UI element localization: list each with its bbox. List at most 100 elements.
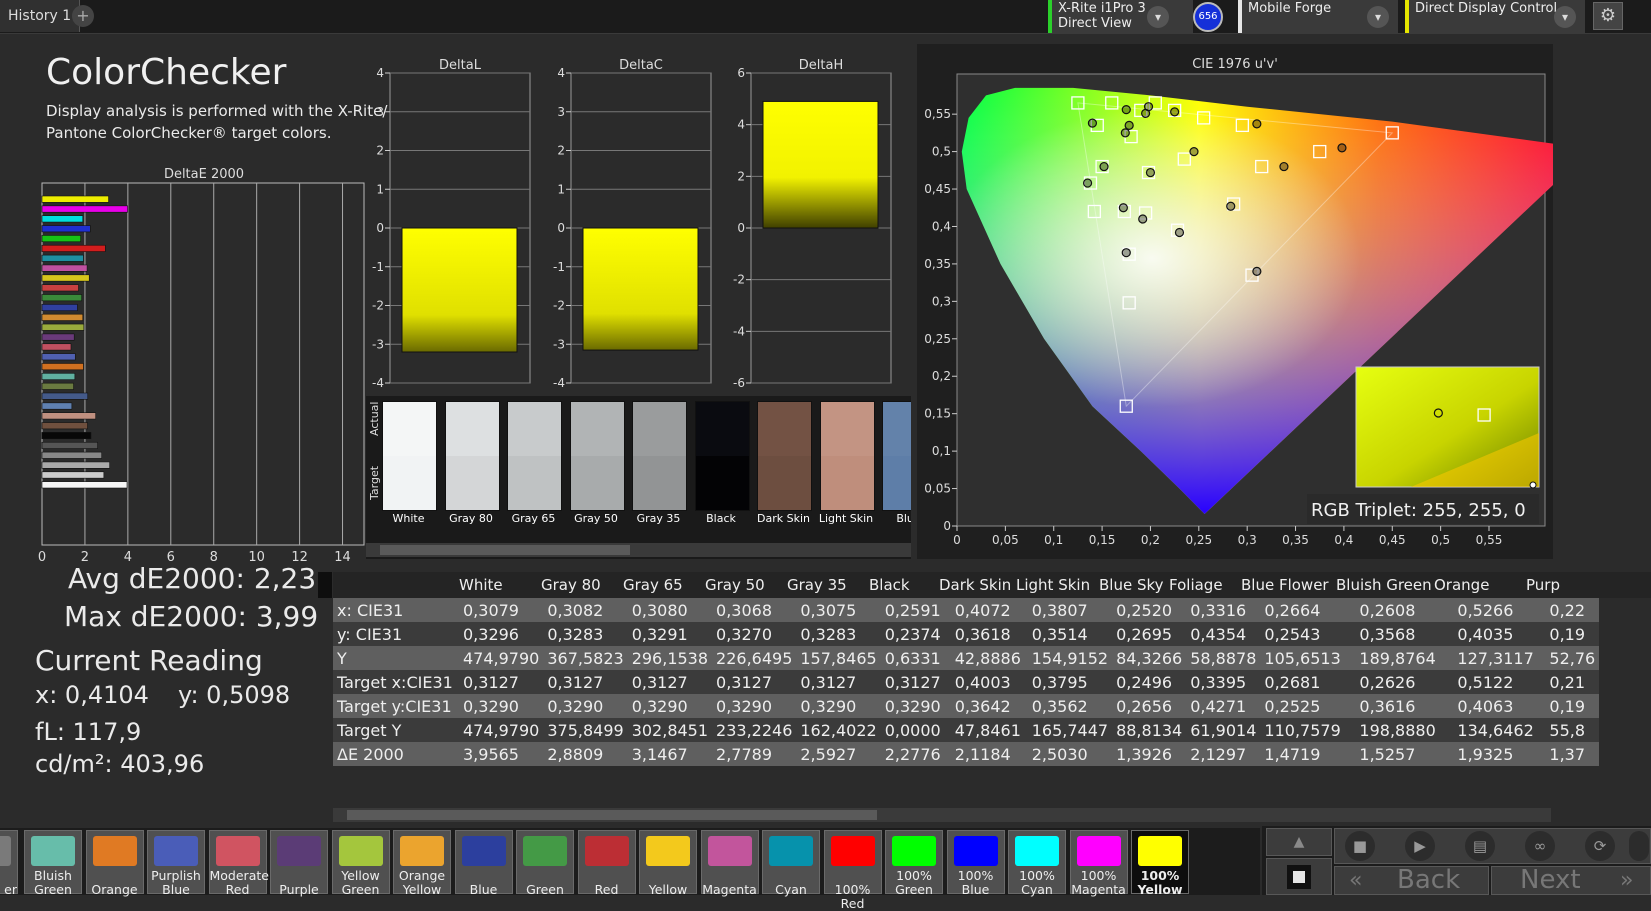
table-cell: 0,2520	[1112, 598, 1187, 622]
settings-round-icon[interactable]	[1629, 831, 1649, 861]
patch-button[interactable]: Orange Yellow	[393, 830, 451, 897]
table-cell: 0,3290	[543, 694, 628, 718]
deltae-bar	[41, 323, 85, 331]
table-cell: 3,1467	[627, 742, 713, 766]
loop-icon[interactable]: ∞	[1525, 831, 1555, 861]
table-cell: 474,9790	[459, 718, 544, 742]
table-cell: 0,3079	[459, 598, 544, 622]
play-icon[interactable]: ▶	[1405, 831, 1435, 861]
patch-color-chip	[707, 836, 752, 866]
patch-target	[633, 456, 686, 510]
device-badge[interactable]: 656	[1193, 2, 1223, 32]
table-cell: 154,9152	[1027, 646, 1113, 670]
cie-measured-marker	[1118, 203, 1128, 213]
delta-tick-label: -2	[372, 299, 384, 313]
table-cell: 47,8461	[950, 718, 1028, 742]
deltae-bar	[41, 264, 88, 272]
film-icon[interactable]: ▤	[1465, 831, 1495, 861]
table-cell: 0,3616	[1355, 694, 1454, 718]
patch-button[interactable]: Blue	[454, 830, 513, 897]
collapse-chevron-up-icon[interactable]: ▲	[1266, 828, 1332, 856]
patch-button[interactable]: er	[0, 830, 18, 897]
gear-icon[interactable]: ⚙	[1593, 2, 1623, 30]
table-cell: 0,2656	[1112, 694, 1187, 718]
table-cell: 1,5257	[1355, 742, 1454, 766]
table-cell: 0,5266	[1453, 598, 1546, 622]
device-selector[interactable]: X-Rite i1Pro 3 Direct View	[1048, 0, 1193, 33]
patch-button[interactable]: Cyan	[762, 830, 820, 897]
table-header-cell: Gray 65	[623, 576, 683, 594]
table-header-cell: Gray 50	[705, 576, 765, 594]
table-header-cell: Foliage	[1169, 576, 1223, 594]
patch-strip-scrollbar[interactable]	[366, 543, 911, 557]
patch-button[interactable]: Yellow	[639, 830, 697, 897]
stop-button[interactable]	[1266, 858, 1332, 895]
table-cell: 302,8451	[627, 718, 713, 742]
table-cell: 0,2681	[1260, 670, 1356, 694]
table-cell: x: CIE31	[333, 598, 459, 622]
patch-button[interactable]: 100% Magenta	[1069, 830, 1128, 897]
stop-square-icon[interactable]: ■	[1345, 831, 1375, 861]
profile-dropdown-chevron-down-icon[interactable]: ▾	[1367, 6, 1389, 28]
patch-button[interactable]: 100% Cyan	[1008, 830, 1066, 897]
cie-measured-marker	[1121, 105, 1131, 115]
delta-tick-label: 6	[737, 66, 745, 80]
patch-button[interactable]: 100% Yellow	[1131, 830, 1189, 897]
patch-button[interactable]: Magenta	[700, 830, 759, 897]
deltae-bar	[41, 353, 76, 361]
table-cell: 0,4354	[1186, 622, 1261, 646]
deltae-tick-label: 14	[334, 550, 351, 565]
table-header-cell: Black	[869, 576, 910, 594]
patch-button[interactable]: Bluish Green	[24, 830, 82, 897]
next-button[interactable]: Next »	[1491, 866, 1651, 895]
table-cell: 296,1538	[627, 646, 713, 670]
device-dropdown-chevron-down-icon[interactable]: ▾	[1147, 6, 1169, 28]
table-header-cell: Gray 80	[541, 576, 601, 594]
patch-button[interactable]: Purple	[270, 830, 328, 897]
current-reading-title: Current Reading	[35, 644, 263, 677]
patch-button-label	[702, 869, 758, 883]
table-cell: 189,8764	[1355, 646, 1454, 670]
table-cell: 0,3290	[712, 694, 797, 718]
table-cell: 226,6495	[712, 646, 797, 670]
patch-target	[445, 456, 499, 510]
cie-measured-marker	[1145, 167, 1156, 178]
patch-button[interactable]: Moderate Red	[208, 830, 269, 897]
table-cell: 0,2496	[1112, 670, 1187, 694]
patch-button[interactable]: 100% Green	[885, 830, 943, 897]
mode-dropdown-chevron-down-icon[interactable]: ▾	[1554, 6, 1576, 28]
refresh-icon[interactable]: ⟳	[1585, 831, 1615, 861]
patch-color-chip	[0, 836, 11, 866]
table-corner	[318, 572, 332, 598]
patch-strip-scroll-thumb[interactable]	[380, 545, 630, 555]
delta-tick-label: -2	[733, 273, 745, 287]
patch-button[interactable]: Orange	[85, 830, 144, 897]
back-button[interactable]: « Back	[1334, 866, 1489, 895]
cie-measured-marker	[1279, 161, 1289, 172]
delta-bar	[401, 227, 518, 353]
add-tab-button[interactable]: +	[72, 5, 94, 27]
patch-button[interactable]: Green	[516, 830, 574, 897]
cie-measured-marker	[1138, 214, 1148, 224]
deltae-bar	[41, 294, 83, 302]
table-cell: 198,8880	[1355, 718, 1454, 742]
cie-y-tick-label: 0,2	[932, 369, 951, 383]
patch-button-label: Yellow	[341, 868, 380, 883]
patch-button[interactable]: 100% Red	[823, 830, 882, 911]
patch-button[interactable]: 100% Blue	[946, 830, 1005, 897]
deltae-bar	[41, 333, 75, 341]
table-cell: 0,3127	[796, 670, 881, 694]
table-row: y: CIE31 0,3296 0,3283 0,3291 0,3270 0,3283 0,…	[333, 622, 1600, 646]
patch-button[interactable]: Yellow Green	[331, 830, 390, 897]
table-scroll-thumb[interactable]	[347, 810, 877, 820]
table-cell: 0,2695	[1112, 622, 1187, 646]
table-scrollbar[interactable]	[333, 808, 1551, 822]
patch-actual	[883, 402, 911, 456]
table-cell: Target Y	[333, 718, 459, 742]
target-label: Target	[368, 465, 381, 500]
patch-button-label	[640, 869, 696, 883]
patch-button[interactable]: Purplish Blue	[147, 830, 205, 897]
patch-button[interactable]: Red	[577, 830, 636, 897]
tab-history-1[interactable]: History 1	[0, 0, 81, 32]
patch-target	[570, 456, 624, 510]
